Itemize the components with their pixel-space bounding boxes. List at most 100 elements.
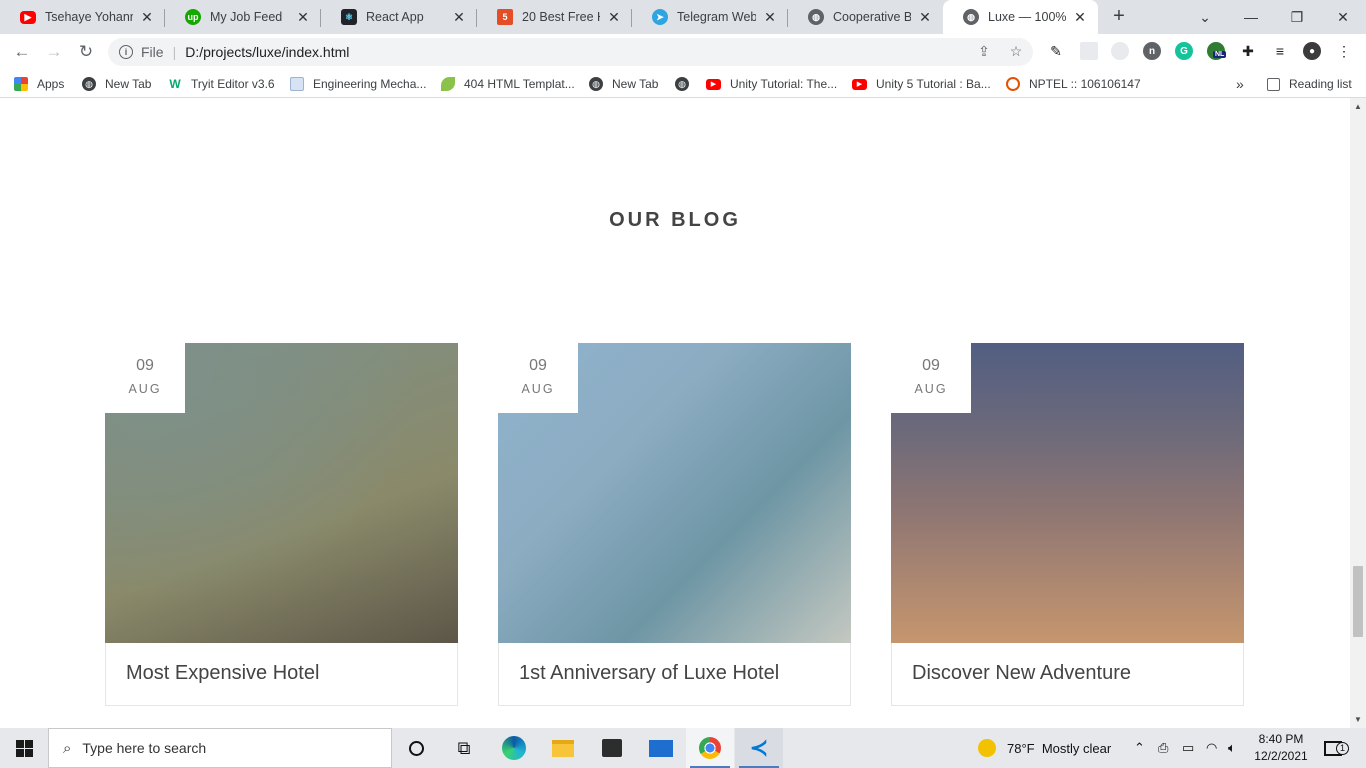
close-icon[interactable]: ✕: [295, 9, 311, 26]
scrollbar-thumb[interactable]: [1353, 566, 1363, 637]
bookmark-404-html-template[interactable]: 404 HTML Templat...: [441, 74, 575, 94]
media-queue-icon[interactable]: ≡: [1270, 41, 1290, 61]
reading-list-label: Reading list: [1289, 77, 1352, 91]
tab-cooperative-bank[interactable]: ◍ Cooperative Bank ✕: [788, 0, 943, 34]
taskbar-clock[interactable]: 8:40 PM 12/2/2021: [1252, 731, 1310, 765]
globe-icon: ◍: [675, 77, 689, 91]
extension-placeholder-icon[interactable]: [1080, 42, 1098, 60]
reading-list-icon: [1267, 77, 1280, 91]
chrome-taskbar-icon[interactable]: [686, 728, 734, 768]
meet-now-icon[interactable]: ⎙: [1158, 728, 1168, 768]
address-bar[interactable]: i File | D:/projects/luxe/index.html: [108, 38, 1033, 66]
tab-title: Tsehaye Yohannes: [45, 10, 133, 24]
restore-button[interactable]: ❐: [1274, 0, 1320, 34]
tab-luxe-active[interactable]: ◍ Luxe — 100% Free ✕: [943, 0, 1098, 34]
task-view-icon[interactable]: ⧉: [440, 728, 488, 768]
reload-button[interactable]: ↻: [74, 40, 98, 64]
close-window-button[interactable]: ✕: [1320, 0, 1366, 34]
blog-card-title[interactable]: 1st Anniversary of Luxe Hotel: [519, 662, 779, 685]
bookmark-star-icon[interactable]: ☆: [1006, 41, 1026, 61]
back-button[interactable]: ←: [10, 40, 34, 64]
tab-telegram-web[interactable]: ➤ Telegram Web ✕: [632, 0, 788, 34]
blog-date-day: 09: [529, 357, 547, 374]
file-explorer-icon[interactable]: [539, 728, 587, 768]
close-icon[interactable]: ✕: [606, 9, 622, 26]
leaf-icon: [441, 77, 455, 91]
address-url[interactable]: D:/projects/luxe/index.html: [185, 44, 349, 60]
close-icon[interactable]: ✕: [1072, 9, 1088, 26]
blog-date-month: AUG: [128, 382, 162, 396]
timer-extension-icon[interactable]: [1111, 42, 1129, 60]
notification-center-button[interactable]: 1: [1324, 728, 1349, 768]
extension-circle-icon[interactable]: n: [1143, 42, 1161, 60]
bookmark-tryit-editor[interactable]: W Tryit Editor v3.6: [168, 74, 275, 94]
globe-icon: ◍: [963, 9, 979, 25]
bookmark-unity-tutorial[interactable]: ▶ Unity Tutorial: The...: [706, 74, 837, 94]
blog-card-title[interactable]: Discover New Adventure: [912, 662, 1131, 685]
new-tab-button[interactable]: +: [1108, 6, 1130, 28]
extensions-puzzle-icon[interactable]: ✚: [1238, 41, 1258, 61]
close-icon[interactable]: ✕: [451, 9, 467, 26]
blog-card[interactable]: 09 AUG Most Expensive Hotel: [105, 343, 458, 706]
grammarly-icon[interactable]: G: [1175, 42, 1193, 60]
menu-kebab-icon[interactable]: ⋮: [1334, 41, 1354, 61]
bookmark-globe[interactable]: ◍: [675, 74, 698, 94]
bookmark-apps[interactable]: Apps: [14, 74, 64, 94]
bookmarks-bar: Apps ◍ New Tab W Tryit Editor v3.6 Engin…: [0, 70, 1366, 98]
page-viewport: OUR BLOG 09 AUG Most Expensive Hotel 09 …: [0, 98, 1350, 728]
weather-widget[interactable]: 78°F Mostly clear: [978, 728, 1111, 768]
more-bookmarks-chevron[interactable]: »: [1236, 74, 1244, 94]
cortana-icon[interactable]: [392, 728, 440, 768]
battery-icon[interactable]: ▭: [1182, 728, 1194, 768]
mail-icon[interactable]: [637, 728, 685, 768]
tab-20-best-free-hotel[interactable]: 5 20 Best Free Hotel ✕: [477, 0, 632, 34]
language-extension-icon[interactable]: NL: [1207, 42, 1227, 60]
blog-card[interactable]: 09 AUG Discover New Adventure: [891, 343, 1244, 706]
bookmark-label: NPTEL :: 106106147: [1029, 77, 1141, 91]
vscode-icon[interactable]: ≺: [735, 728, 783, 768]
scroll-up-arrow-icon[interactable]: ▲: [1354, 102, 1362, 111]
bookmark-nptel[interactable]: NPTEL :: 106106147: [1006, 74, 1141, 94]
microsoft-store-icon[interactable]: [588, 728, 636, 768]
profile-avatar[interactable]: ●: [1303, 42, 1321, 60]
blog-date-day: 09: [922, 357, 940, 374]
windows-taskbar: ⌕ Type here to search ⧉ ≺ 78°F Mostly cl…: [0, 728, 1366, 768]
tab-title: Cooperative Bank: [833, 10, 911, 24]
close-icon[interactable]: ✕: [139, 9, 155, 26]
page-scrollbar[interactable]: ▲ ▼: [1350, 98, 1366, 728]
clock-date: 12/2/2021: [1254, 749, 1308, 763]
blog-card[interactable]: 09 AUG 1st Anniversary of Luxe Hotel: [498, 343, 851, 706]
tab-react-app[interactable]: ⚛ React App ✕: [321, 0, 477, 34]
wifi-icon[interactable]: ◠: [1206, 728, 1217, 768]
bookmark-engineering-mecha[interactable]: Engineering Mecha...: [290, 74, 426, 94]
volume-icon[interactable]: 🔈︎: [1228, 728, 1236, 768]
blog-card-title[interactable]: Most Expensive Hotel: [126, 662, 319, 685]
bookmark-new-tab[interactable]: ◍ New Tab: [82, 74, 151, 94]
address-scheme: File: [141, 44, 164, 60]
taskbar-search-box[interactable]: ⌕ Type here to search: [48, 728, 392, 768]
weather-text: 78°F Mostly clear: [1007, 740, 1112, 756]
start-button[interactable]: [0, 728, 48, 768]
browser-toolbar: ← → ↻ i File | D:/projects/luxe/index.ht…: [0, 34, 1366, 70]
info-icon[interactable]: i: [119, 45, 133, 59]
scroll-down-arrow-icon[interactable]: ▼: [1354, 715, 1362, 724]
bookmark-new-tab-2[interactable]: ◍ New Tab: [589, 74, 658, 94]
forward-button[interactable]: →: [42, 40, 66, 64]
eyedropper-extension-icon[interactable]: ✎: [1046, 41, 1066, 61]
tray-chevron-icon[interactable]: ⌃: [1134, 728, 1145, 768]
edge-browser-icon[interactable]: [490, 728, 538, 768]
telegram-icon: ➤: [652, 9, 668, 25]
tab-title: React App: [366, 10, 424, 24]
share-icon[interactable]: ⇪: [974, 41, 994, 61]
minimize-button[interactable]: —: [1228, 0, 1274, 34]
bookmark-label: Tryit Editor v3.6: [191, 77, 275, 91]
notification-count: 1: [1336, 742, 1349, 755]
close-icon[interactable]: ✕: [917, 9, 933, 26]
bookmark-unity-5-tutorial[interactable]: ▶ Unity 5 Tutorial : Ba...: [852, 74, 991, 94]
tab-youtube-tsehaye[interactable]: ▶ Tsehaye Yohannes ✕: [0, 0, 165, 34]
tab-my-job-feed[interactable]: up My Job Feed ✕: [165, 0, 321, 34]
reading-list-button[interactable]: Reading list: [1267, 74, 1352, 94]
extension-badge: NL: [1213, 51, 1227, 58]
close-icon[interactable]: ✕: [762, 9, 778, 26]
tab-search-chevron-icon[interactable]: ⌄: [1182, 0, 1228, 34]
